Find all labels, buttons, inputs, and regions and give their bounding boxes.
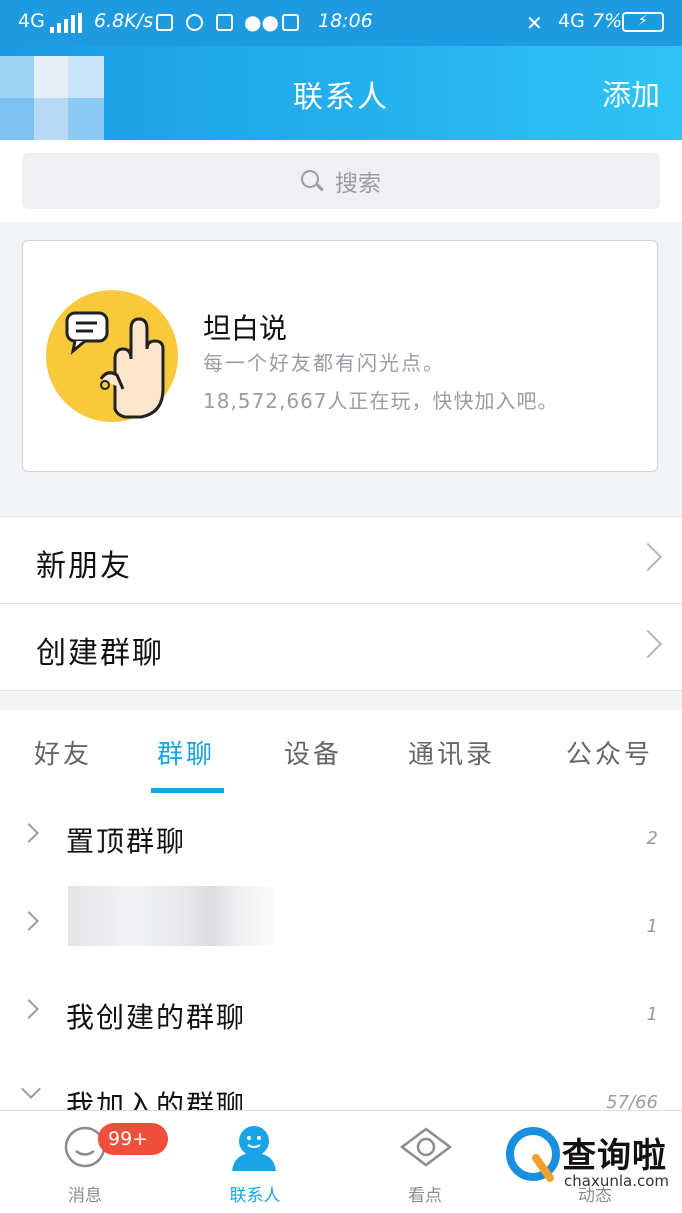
tab-devices[interactable]: 设备	[284, 734, 342, 771]
contacts-icon	[232, 1126, 276, 1171]
blurred-group-name	[68, 886, 274, 946]
gallery-icon	[156, 12, 173, 31]
group-count: 1	[646, 1004, 658, 1025]
list-item-joined-groups[interactable]: 我加入的群聊 57/66	[0, 1060, 682, 1110]
new-friends-row[interactable]: 新朋友	[0, 517, 682, 603]
status-time: 18:06	[318, 10, 373, 32]
search-placeholder: 搜索	[335, 171, 381, 197]
group-category-label: 我加入的群聊	[66, 1089, 247, 1110]
nav-kandian[interactable]: 看点	[340, 1111, 510, 1213]
chevron-right-icon	[19, 823, 39, 843]
network-type-right: 4G	[558, 10, 585, 32]
contact-tabs: 好友 群聊 设备 通讯录 公众号	[0, 710, 682, 797]
chevron-right-icon	[633, 542, 663, 572]
nav-label: 看点	[408, 1186, 442, 1206]
sogou-icon	[216, 12, 233, 31]
group-category-label: 我创建的群聊	[66, 1001, 247, 1034]
group-list: 置顶群聊 2 1 我创建的群聊 1 我加入的群聊 57/66	[0, 796, 682, 1110]
list-item-pinned-groups[interactable]: 置顶群聊 2	[0, 796, 682, 884]
wechat-icon: ●●	[244, 10, 279, 34]
chevron-right-icon	[633, 629, 663, 659]
status-bar: 4G 6.8K/s ●● 18:06 ✕ 4G 7% ⚡	[0, 0, 682, 46]
promo-player-count: 18,572,667人正在玩，快快加入吧。	[203, 389, 559, 413]
watermark-text: 查询啦	[562, 1136, 667, 1176]
eye-icon	[399, 1127, 453, 1167]
promo-title: 坦白说	[203, 312, 288, 345]
chevron-right-icon	[19, 911, 39, 931]
chevron-right-icon	[19, 999, 39, 1019]
active-tab-indicator	[151, 788, 224, 793]
new-friends-label: 新朋友	[36, 549, 132, 584]
battery-icon: ⚡	[622, 12, 664, 32]
group-category-label: 置顶群聊	[66, 825, 187, 858]
search-input[interactable]: 搜索	[22, 153, 660, 209]
tab-groups[interactable]: 群聊	[157, 734, 215, 771]
tab-friends[interactable]: 好友	[34, 734, 92, 771]
chevron-down-icon	[21, 1079, 41, 1099]
tab-address-book[interactable]: 通讯录	[408, 734, 495, 771]
nav-label: 联系人	[229, 1186, 281, 1206]
add-button[interactable]: 添加	[602, 72, 660, 114]
promo-subtitle: 每一个好友都有闪光点。	[203, 351, 445, 375]
tab-official-accounts[interactable]: 公众号	[566, 734, 653, 771]
nav-label: 消息	[68, 1186, 102, 1206]
header-bar: 联系人 添加	[0, 46, 682, 140]
network-speed: 6.8K/s	[94, 10, 153, 32]
watermark-url: chaxunla.com	[564, 1172, 669, 1190]
divider	[0, 690, 682, 691]
promo-card[interactable]: 坦白说 每一个好友都有闪光点。 18,572,667人正在玩，快快加入吧。	[22, 240, 658, 472]
watermark: 查询啦 chaxunla.com	[506, 1122, 676, 1200]
mute-icon: ✕	[526, 11, 543, 35]
list-item-created-groups[interactable]: 我创建的群聊 1	[0, 972, 682, 1060]
storage-icon	[282, 12, 299, 31]
watermark-logo-icon	[506, 1127, 560, 1182]
unread-badge: 99+	[98, 1123, 168, 1155]
group-count: 57/66	[606, 1092, 658, 1110]
browser-icon	[186, 12, 203, 31]
page-title: 联系人	[293, 80, 389, 115]
search-area: 搜索	[0, 140, 682, 222]
nav-contacts[interactable]: 联系人	[170, 1111, 340, 1213]
group-count: 2	[646, 828, 658, 849]
network-type: 4G	[18, 10, 45, 32]
create-group-label: 创建群聊	[36, 636, 164, 671]
signal-icon	[50, 13, 84, 33]
create-group-row[interactable]: 创建群聊	[0, 604, 682, 690]
battery-percent: 7%	[592, 10, 623, 32]
group-count: 1	[646, 916, 658, 937]
hand-icon	[46, 290, 178, 422]
search-icon	[301, 170, 323, 192]
